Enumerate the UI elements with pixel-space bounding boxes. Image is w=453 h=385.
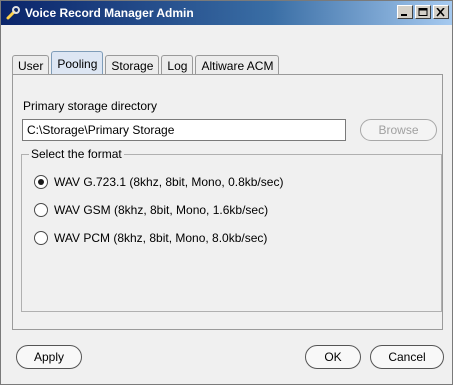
- tab-user[interactable]: User: [12, 55, 50, 75]
- browse-button[interactable]: Browse: [360, 119, 437, 141]
- storage-dir-input[interactable]: C:\Storage\Primary Storage: [22, 119, 346, 141]
- close-icon[interactable]: [433, 5, 449, 19]
- format-option-label: WAV GSM (8khz, 8bit, Mono, 1.6kb/sec): [54, 203, 269, 217]
- format-option-label: WAV G.723.1 (8khz, 8bit, Mono, 0.8kb/sec…: [54, 175, 284, 189]
- cancel-button[interactable]: Cancel: [370, 345, 444, 369]
- admin-window: Voice Record Manager Admin User Pooling …: [0, 0, 453, 385]
- tab-storage[interactable]: Storage: [105, 55, 160, 75]
- title-bar[interactable]: Voice Record Manager Admin: [1, 1, 452, 25]
- storage-dir-label: Primary storage directory: [23, 99, 158, 113]
- tab-altiware-acm[interactable]: Altiware ACM: [195, 55, 280, 75]
- tab-log[interactable]: Log: [161, 55, 194, 75]
- format-option-label: WAV PCM (8khz, 8bit, Mono, 8.0kb/sec): [54, 231, 268, 245]
- minimize-icon[interactable]: [397, 5, 413, 19]
- ok-button[interactable]: OK: [305, 345, 361, 369]
- maximize-icon[interactable]: [415, 5, 431, 19]
- format-legend: Select the format: [29, 147, 124, 161]
- format-option-g7231[interactable]: WAV G.723.1 (8khz, 8bit, Mono, 0.8kb/sec…: [34, 175, 283, 189]
- format-option-gsm[interactable]: WAV GSM (8khz, 8bit, Mono, 1.6kb/sec): [34, 203, 268, 217]
- radio-unchecked-icon[interactable]: [34, 231, 48, 245]
- window-title: Voice Record Manager Admin: [25, 6, 194, 20]
- caption-buttons: [397, 5, 449, 19]
- format-option-pcm[interactable]: WAV PCM (8khz, 8bit, Mono, 8.0kb/sec): [34, 231, 267, 245]
- radio-checked-icon[interactable]: [34, 175, 48, 189]
- wrench-icon: [5, 5, 21, 21]
- tab-strip: User Pooling Storage Log Altiware ACM: [12, 51, 281, 75]
- tab-pooling[interactable]: Pooling: [51, 51, 104, 75]
- apply-button[interactable]: Apply: [16, 345, 82, 369]
- radio-unchecked-icon[interactable]: [34, 203, 48, 217]
